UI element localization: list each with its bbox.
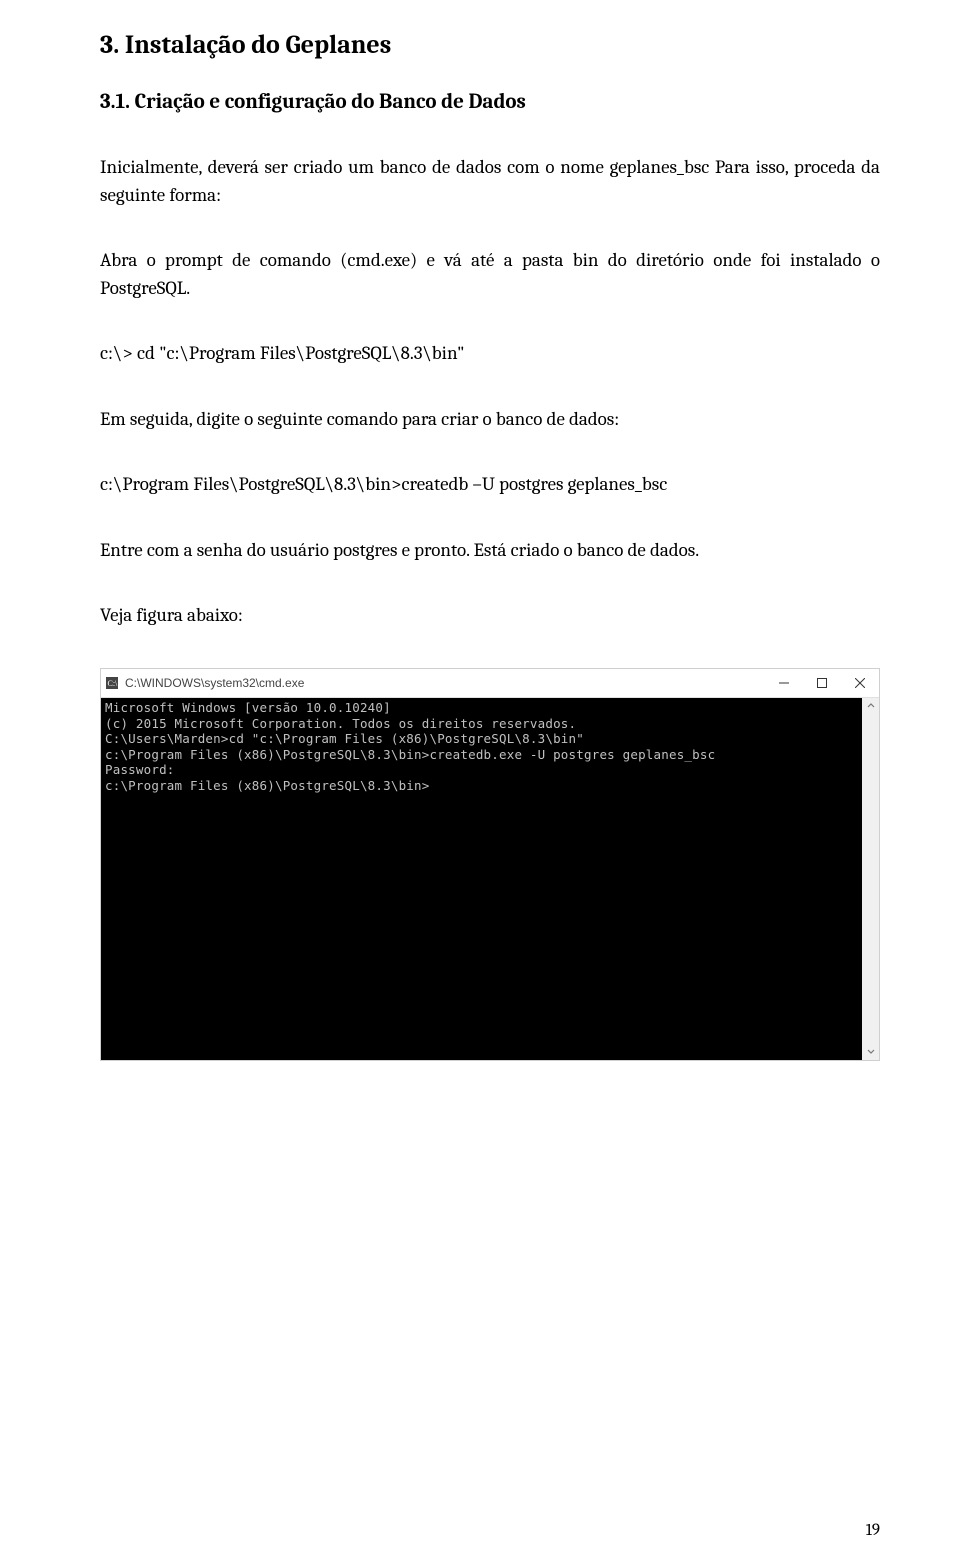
window-controls <box>765 669 879 697</box>
terminal-line: (c) 2015 Microsoft Corporation. Todos os… <box>105 716 858 732</box>
maximize-button[interactable] <box>803 669 841 697</box>
scroll-up-icon[interactable] <box>862 698 879 715</box>
paragraph: Veja figura abaixo: <box>100 602 880 630</box>
subsection-heading: 3.1. Criação e configuração do Banco de … <box>100 90 880 114</box>
paragraph: Em seguida, digite o seguinte comando pa… <box>100 406 880 434</box>
svg-text:C:\: C:\ <box>108 679 119 688</box>
section-heading: 3. Instalação do Geplanes <box>100 30 880 60</box>
terminal-line: c:\Program Files (x86)\PostgreSQL\8.3\bi… <box>105 747 858 763</box>
document-page: 3. Instalação do Geplanes 3.1. Criação e… <box>0 0 960 1564</box>
paragraph: Abra o prompt de comando (cmd.exe) e vá … <box>100 247 880 302</box>
terminal-window: C:\ C:\WINDOWS\system32\cmd.exe Microsof… <box>100 668 880 1061</box>
terminal-line: C:\Users\Marden>cd "c:\Program Files (x8… <box>105 731 858 747</box>
terminal-body-wrap: Microsoft Windows [versão 10.0.10240](c)… <box>101 698 879 1060</box>
paragraph: Inicialmente, deverá ser criado um banco… <box>100 154 880 209</box>
terminal-scrollbar[interactable] <box>862 698 879 1060</box>
minimize-button[interactable] <box>765 669 803 697</box>
command-line-text: c:\> cd "c:\Program Files\PostgreSQL\8.3… <box>100 340 880 368</box>
page-number: 19 <box>866 1521 880 1540</box>
paragraph: Entre com a senha do usuário postgres e … <box>100 537 880 565</box>
close-button[interactable] <box>841 669 879 697</box>
terminal-line: c:\Program Files (x86)\PostgreSQL\8.3\bi… <box>105 778 858 794</box>
terminal-body[interactable]: Microsoft Windows [versão 10.0.10240](c)… <box>101 698 862 1060</box>
terminal-line: Microsoft Windows [versão 10.0.10240] <box>105 700 858 716</box>
terminal-titlebar: C:\ C:\WINDOWS\system32\cmd.exe <box>101 669 879 698</box>
scroll-down-icon[interactable] <box>862 1043 879 1060</box>
terminal-title: C:\WINDOWS\system32\cmd.exe <box>125 676 765 690</box>
cmd-icon: C:\ <box>105 676 119 690</box>
terminal-line: Password: <box>105 762 858 778</box>
command-line-text: c:\Program Files\PostgreSQL\8.3\bin>crea… <box>100 471 880 499</box>
